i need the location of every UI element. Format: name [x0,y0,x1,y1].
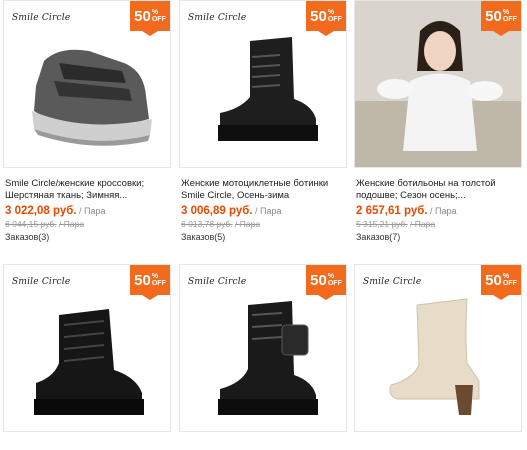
product-card[interactable]: Smile Circle 50 % OFF Женские мотоциклетн… [176,0,347,242]
orders-count: Заказов(7) [356,232,401,242]
orders-count: Заказов(5) [181,232,226,242]
product-image[interactable]: Smile Circle 50 % OFF [3,0,171,168]
old-price-row: 6 044,15 руб. / Пара [5,219,170,229]
price-row: 3 006,89 руб. / Пара [181,205,346,217]
product-title[interactable]: Smile Circle/женские кроссовки; Шерстяна… [5,178,170,202]
old-price: 6 044,15 руб. [5,219,57,229]
product-image[interactable]: Smile Circle 50 % OFF [179,0,347,168]
discount-badge: 50 % OFF [481,265,521,300]
old-price-unit: / Пара [59,219,85,229]
old-price-row: 5 315,21 руб. / Пара [356,219,521,229]
price-row: 2 657,61 руб. / Пара [356,205,521,217]
product-grid: Smile Circle 50 % OFF Smile Circle/женски… [0,0,527,450]
price: 3 022,08 руб. [5,205,77,217]
discount-badge: 50 % OFF [306,1,346,36]
product-title[interactable]: Женские мотоциклетные ботинки Smile Circ… [181,178,346,202]
product-image[interactable]: 50 % OFF [354,0,522,168]
old-price: 5 315,21 руб. [356,219,408,229]
orders-count: Заказов(3) [5,232,50,242]
old-price: 6 013,78 руб. [181,219,233,229]
product-card[interactable]: Smile Circle 50 % OFF Smile Circle/женски… [0,0,171,242]
product-image[interactable]: Smile Circle 50 % OFF [179,264,347,432]
product-image[interactable]: Smile Circle 50 % OFF [354,264,522,432]
price: 2 657,61 руб. [356,205,428,217]
old-price-unit: / Пара [410,219,436,229]
product-title[interactable]: Женские ботильоны на толстой подошве; Се… [356,178,521,202]
price-unit: / Пара [255,206,282,216]
discount-badge: 50 % OFF [130,1,170,36]
discount-badge: 50 % OFF [306,265,346,300]
product-card[interactable]: Smile Circle 50 % OFF [0,264,171,432]
product-card[interactable]: Smile Circle 50 % OFF [351,264,522,432]
old-price-unit: / Пара [235,219,261,229]
discount-badge: 50 % OFF [481,1,521,36]
product-image[interactable]: Smile Circle 50 % OFF [3,264,171,432]
price: 3 006,89 руб. [181,205,253,217]
product-card[interactable]: Smile Circle 50 % OFF [176,264,347,432]
price-unit: / Пара [430,206,457,216]
product-card[interactable]: 50 % OFF Женские ботильоны на толстой под… [351,0,522,242]
old-price-row: 6 013,78 руб. / Пара [181,219,346,229]
price-row: 3 022,08 руб. / Пара [5,205,170,217]
discount-badge: 50 % OFF [130,265,170,300]
price-unit: / Пара [79,206,106,216]
